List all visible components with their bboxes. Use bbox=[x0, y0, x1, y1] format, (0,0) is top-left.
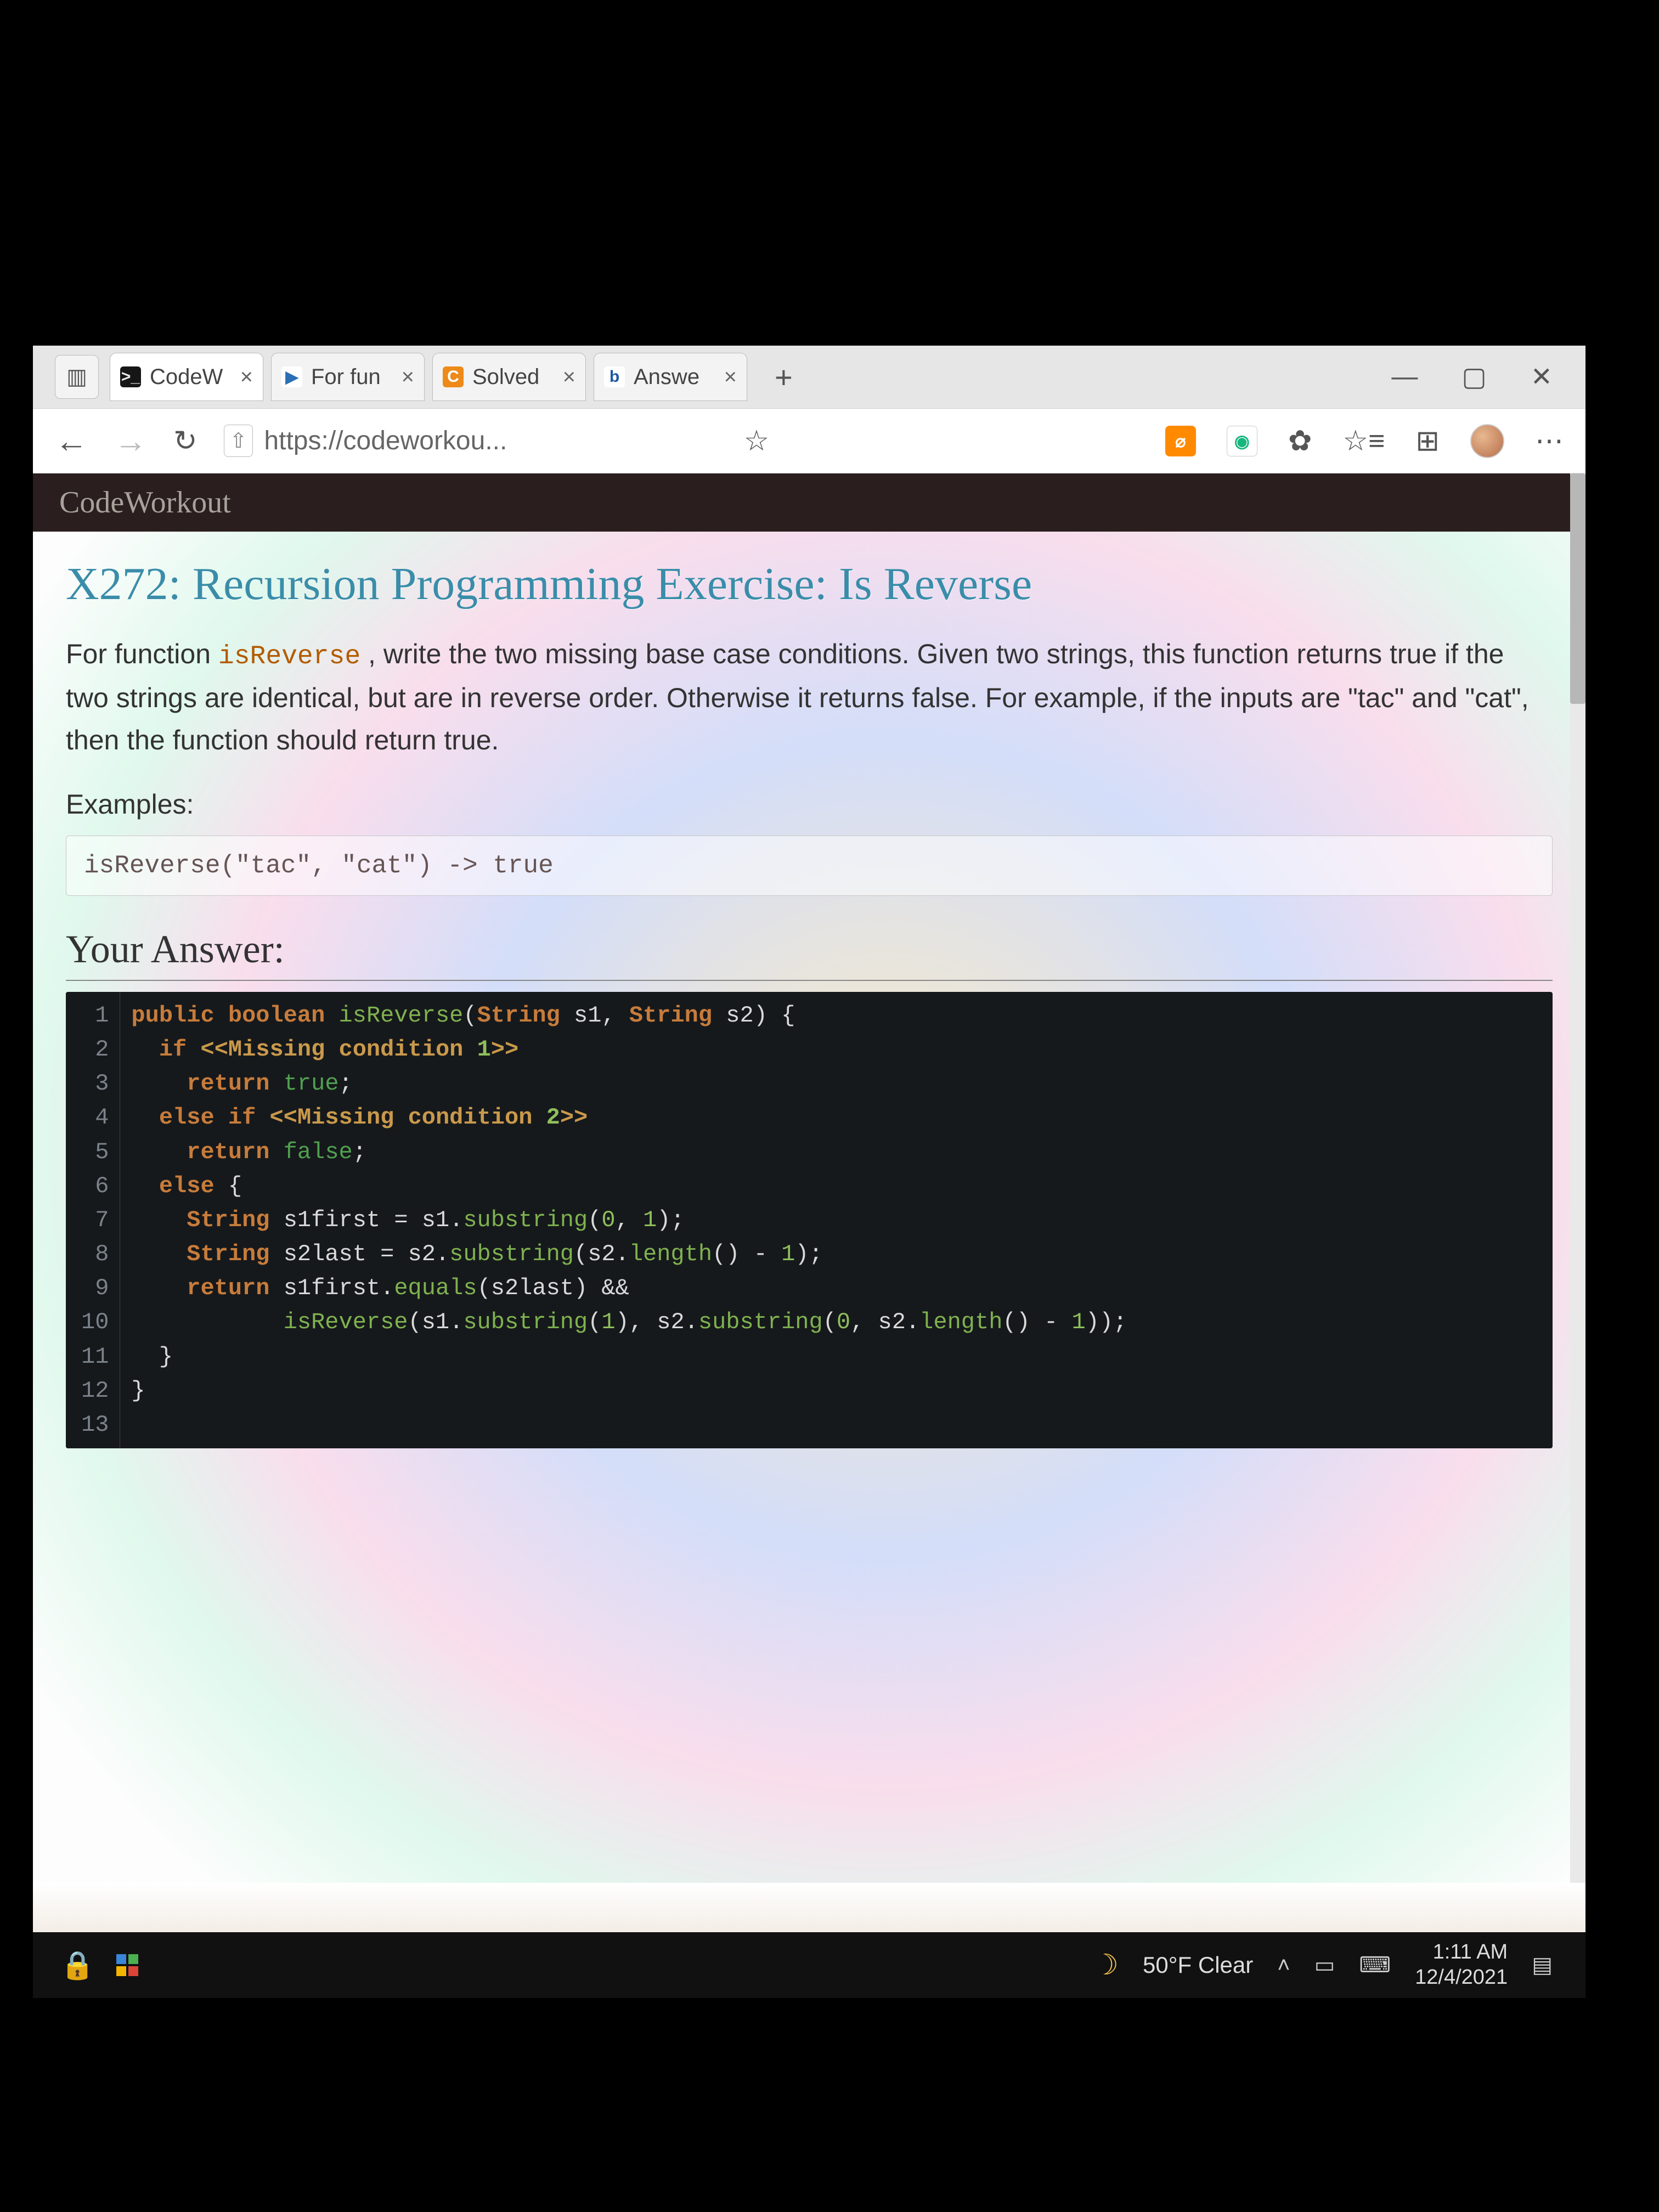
site-info-icon[interactable]: ⇧ bbox=[224, 425, 253, 457]
tab-label: Answe bbox=[634, 365, 699, 390]
tab[interactable]: b Answe × bbox=[594, 353, 747, 401]
clock[interactable]: 1:11 AM 12/4/2021 bbox=[1415, 1940, 1508, 1990]
input-icon[interactable]: ⌨ bbox=[1359, 1953, 1391, 1978]
tab[interactable]: ▶ For fun × bbox=[271, 353, 425, 401]
exercise-description: For function isReverse , write the two m… bbox=[66, 633, 1553, 762]
url-text: https://codeworkou... bbox=[264, 426, 507, 456]
scrollbar-thumb[interactable] bbox=[1570, 473, 1585, 704]
tab-close-icon[interactable]: × bbox=[402, 365, 414, 390]
editor-gutter: 12345678910111213 bbox=[66, 992, 120, 1448]
gutter-line: 7 bbox=[78, 1203, 112, 1237]
site-brand[interactable]: CodeWorkout bbox=[59, 485, 231, 520]
maximize-button[interactable]: ▢ bbox=[1462, 362, 1486, 392]
gutter-line: 10 bbox=[78, 1305, 112, 1339]
forward-button[interactable]: → bbox=[114, 422, 147, 460]
gutter-line: 11 bbox=[78, 1340, 112, 1374]
taskbar-lock-icon[interactable]: 🔒 bbox=[60, 1949, 94, 1982]
menu-button[interactable]: ⋯ bbox=[1535, 425, 1564, 458]
extension-icon[interactable]: ◉ bbox=[1227, 426, 1257, 456]
refresh-button[interactable]: ↻ bbox=[173, 425, 198, 458]
examples-label: Examples: bbox=[66, 788, 1553, 820]
clock-time: 1:11 AM bbox=[1415, 1940, 1508, 1965]
tab-strip: ▥ >_ CodeW × ▶ For fun × C Solved × b Answe × + — ▢… bbox=[33, 346, 1585, 409]
tab-label: For fun bbox=[311, 365, 381, 390]
gutter-line: 3 bbox=[78, 1066, 112, 1101]
toolbar: ← → ↻ ⇧ https://codeworkou... ☆ ⌀ ◉ ✿ ☆≡… bbox=[33, 409, 1585, 473]
tray-expand-icon[interactable]: ˄ bbox=[1277, 1953, 1290, 1978]
gutter-line: 4 bbox=[78, 1101, 112, 1135]
battery-icon[interactable]: ▭ bbox=[1314, 1953, 1335, 1978]
close-window-button[interactable]: ✕ bbox=[1531, 362, 1553, 392]
page-content: X272: Recursion Programming Exercise: Is… bbox=[33, 532, 1585, 1448]
your-answer-label: Your Answer: bbox=[66, 927, 1553, 981]
weather-text[interactable]: 50°F Clear bbox=[1143, 1952, 1253, 1978]
tab-label: CodeW bbox=[150, 365, 223, 390]
tab-close-icon[interactable]: × bbox=[240, 365, 253, 390]
weather-icon[interactable]: ☽ bbox=[1093, 1949, 1119, 1982]
tab-actions-button[interactable]: ▥ bbox=[55, 355, 99, 399]
window-controls: — ▢ ✕ bbox=[1391, 362, 1585, 392]
collections-button[interactable]: ⊞ bbox=[1415, 425, 1440, 458]
gutter-line: 9 bbox=[78, 1271, 112, 1305]
back-button[interactable]: ← bbox=[55, 422, 88, 460]
gutter-line: 12 bbox=[78, 1374, 112, 1408]
tab-label: Solved bbox=[472, 365, 539, 390]
gutter-line: 6 bbox=[78, 1169, 112, 1203]
gutter-line: 13 bbox=[78, 1408, 112, 1442]
example-box: isReverse("tac", "cat") -> true bbox=[66, 836, 1553, 896]
tab-favicon: b bbox=[604, 366, 625, 387]
notifications-icon[interactable]: ▤ bbox=[1532, 1953, 1553, 1978]
new-tab-button[interactable]: + bbox=[758, 359, 809, 395]
gutter-line: 2 bbox=[78, 1032, 112, 1066]
favorite-button[interactable]: ☆ bbox=[744, 425, 770, 458]
taskbar: 🔒 ☽ 50°F Clear ˄ ▭ ⌨ 1:11 AM 12/4/2021 ▤ bbox=[33, 1932, 1585, 1998]
tab-favicon: C bbox=[443, 366, 464, 387]
editor-code[interactable]: public boolean isReverse(String s1, Stri… bbox=[120, 992, 1138, 1448]
scrollbar[interactable] bbox=[1570, 473, 1585, 1970]
profile-avatar[interactable] bbox=[1470, 424, 1504, 458]
toolbar-right: ⌀ ◉ ✿ ☆≡ ⊞ ⋯ bbox=[1165, 424, 1564, 458]
exercise-title: X272: Recursion Programming Exercise: Is… bbox=[66, 558, 1553, 611]
minimize-button[interactable]: — bbox=[1391, 362, 1418, 392]
clock-date: 12/4/2021 bbox=[1415, 1965, 1508, 1990]
gutter-line: 5 bbox=[78, 1135, 112, 1169]
gutter-line: 1 bbox=[78, 998, 112, 1032]
favorites-list-button[interactable]: ☆≡ bbox=[1342, 425, 1385, 458]
desktop-peek bbox=[33, 1883, 1585, 1932]
tab[interactable]: >_ CodeW × bbox=[110, 353, 263, 401]
browser-window: ▥ >_ CodeW × ▶ For fun × C Solved × b Answe × + — ▢… bbox=[33, 346, 1585, 1970]
code-editor[interactable]: 12345678910111213 public boolean isRever… bbox=[66, 992, 1553, 1448]
tab-close-icon[interactable]: × bbox=[724, 365, 737, 390]
address-bar[interactable]: ⇧ https://codeworkou... bbox=[224, 425, 718, 457]
tab-close-icon[interactable]: × bbox=[563, 365, 575, 390]
tab-favicon: >_ bbox=[120, 366, 141, 387]
tab[interactable]: C Solved × bbox=[432, 353, 586, 401]
site-header: CodeWorkout bbox=[33, 473, 1585, 532]
start-button[interactable] bbox=[116, 1954, 138, 1976]
extension-icon[interactable]: ⌀ bbox=[1165, 426, 1196, 456]
extensions-button[interactable]: ✿ bbox=[1288, 425, 1312, 458]
page-viewport: CodeWorkout X272: Recursion Programming … bbox=[33, 473, 1585, 1970]
tab-favicon: ▶ bbox=[281, 366, 302, 387]
gutter-line: 8 bbox=[78, 1237, 112, 1271]
